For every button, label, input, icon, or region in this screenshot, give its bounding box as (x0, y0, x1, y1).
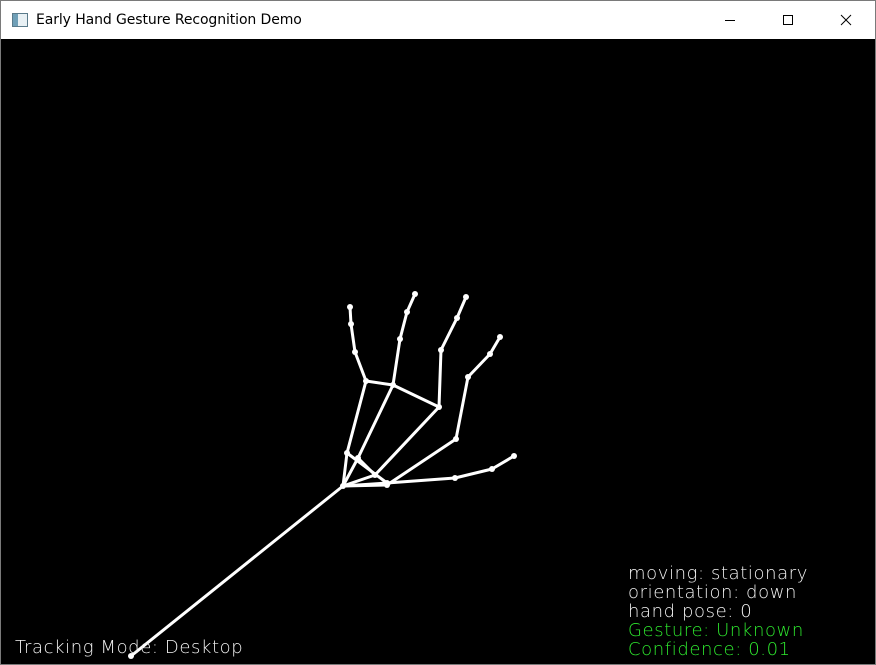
middle-finger-bone (398, 310, 409, 341)
index-finger-bone (345, 379, 368, 455)
joint-point (348, 321, 354, 327)
knuckle-bone (391, 383, 441, 409)
joint-point (454, 315, 460, 321)
joint-point (347, 304, 353, 310)
hand-pose-status: hand pose: 0 (628, 601, 753, 622)
pinky-finger-bone (466, 352, 492, 379)
thumb-bone (453, 467, 494, 480)
app-window-icon (12, 13, 28, 27)
minimize-button[interactable] (701, 1, 759, 39)
close-icon (840, 14, 852, 26)
maximize-icon (783, 15, 793, 25)
joint-point (372, 472, 378, 478)
status-panel: moving: stationary orientation: down han… (628, 564, 808, 659)
joint-point (390, 382, 396, 388)
confidence-status: Confidence: 0.01 (628, 639, 791, 660)
title-bar[interactable]: Early Hand Gesture Recognition Demo (1, 1, 875, 39)
joint-point (344, 450, 350, 456)
joint-point (412, 291, 418, 297)
joint-point (352, 349, 358, 355)
joint-point (453, 436, 459, 442)
ring-finger-bone (455, 295, 468, 320)
joint-point (452, 475, 458, 481)
joint-point (465, 374, 471, 380)
knuckle-bone (364, 379, 395, 387)
ring-finger-bone (373, 405, 441, 477)
forearm-bone (129, 484, 345, 658)
joint-point (340, 483, 346, 489)
gesture-status: Gesture: Unknown (628, 620, 804, 641)
minimize-icon (725, 20, 735, 21)
ring-finger-bone (439, 316, 459, 352)
joint-point (355, 455, 361, 461)
close-button[interactable] (817, 1, 875, 39)
joint-point (489, 466, 495, 472)
joint-point (487, 351, 493, 357)
pinky-finger-bone (454, 375, 470, 441)
palm-cross-bone (356, 456, 377, 477)
tracking-mode-label: Tracking Mode: Desktop (15, 637, 244, 658)
joint-point (438, 347, 444, 353)
joint-point (436, 404, 442, 410)
index-finger-bone (353, 350, 368, 383)
camera-view[interactable]: moving: stationary orientation: down han… (1, 39, 875, 664)
joint-point (397, 336, 403, 342)
thumb-bone (490, 454, 516, 471)
joint-point (404, 309, 410, 315)
maximize-button[interactable] (759, 1, 817, 39)
window-title: Early Hand Gesture Recognition Demo (36, 12, 302, 28)
index-finger-bone (349, 322, 357, 354)
joint-point (463, 294, 469, 300)
ring-finger-bone (437, 348, 443, 409)
orientation-status: orientation: down (628, 582, 798, 603)
joint-point (511, 453, 517, 459)
window-controls (701, 1, 875, 39)
moving-status: moving: stationary (628, 563, 809, 584)
app-window: Early Hand Gesture Recognition Demo movi… (0, 0, 876, 665)
joint-point (384, 480, 390, 486)
joint-point (497, 334, 503, 340)
middle-finger-bone (391, 337, 402, 387)
joint-point (363, 378, 369, 384)
